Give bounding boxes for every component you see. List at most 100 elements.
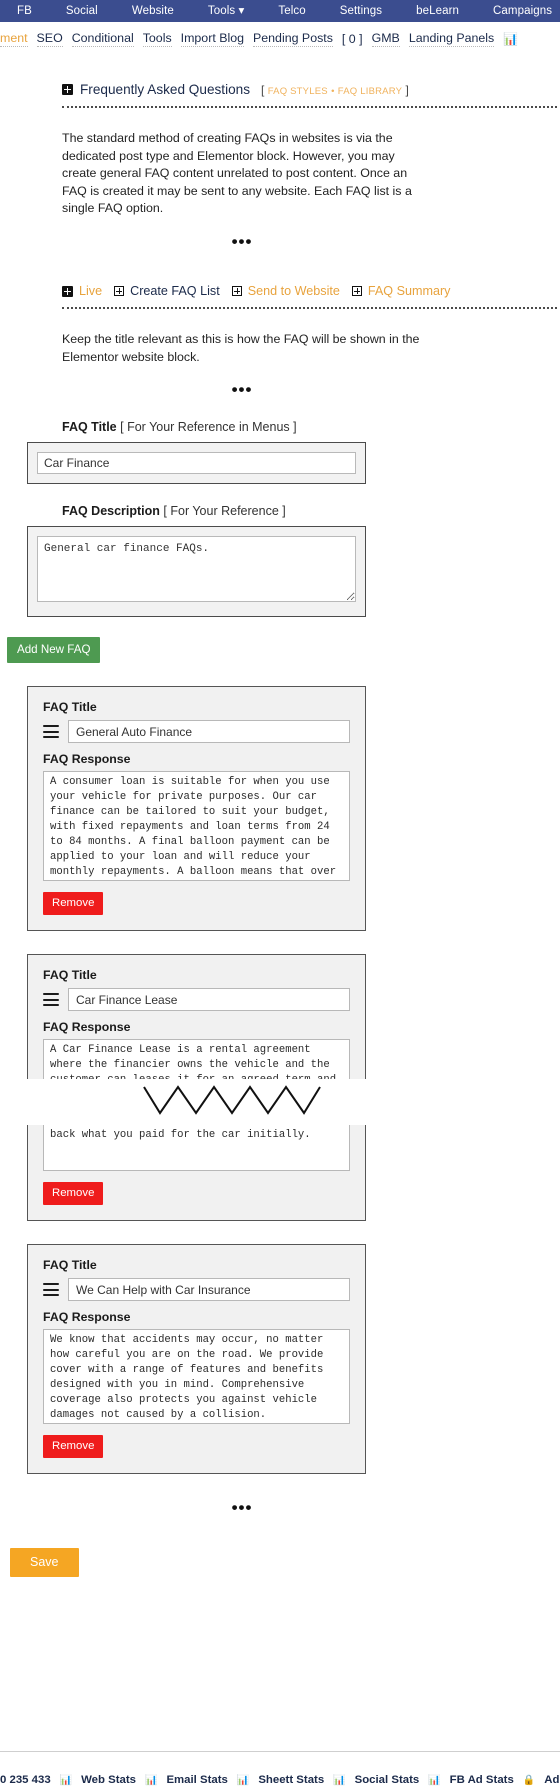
faq-card: FAQ Title FAQ Response Remove (27, 1244, 366, 1475)
footer-item-fb-ad-stats[interactable]: FB Ad Stats (450, 1774, 514, 1786)
zigzag-icon (143, 1085, 321, 1116)
section-links: [ FAQ STYLES • FAQ LIBRARY ] (261, 83, 409, 97)
remove-faq-button[interactable]: Remove (43, 1435, 104, 1459)
admin-bar-item-tools[interactable]: Tools ▾ (191, 0, 262, 22)
admin-bar-item-campaigns[interactable]: Campaigns (476, 0, 560, 22)
faq-item-title-input[interactable] (68, 988, 350, 1012)
bar-chart-icon: 📊 (145, 1774, 158, 1786)
subnav-item-landing-panels[interactable]: Landing Panels (408, 31, 495, 47)
save-button[interactable]: Save (10, 1548, 79, 1578)
admin-bar: FB Social Website Tools ▾ Telco Settings… (0, 0, 560, 22)
card-title-row (43, 988, 350, 1012)
faq-item-title-input[interactable] (68, 1278, 350, 1302)
faq-item-response-textarea[interactable] (43, 1125, 350, 1172)
tab-bar: Live Create FAQ List Send to Website FAQ… (62, 284, 450, 298)
footer-count: 0 235 433 (0, 1774, 51, 1786)
page-body: Frequently Asked Questions [ FAQ STYLES … (0, 82, 560, 1578)
faq-title-input[interactable] (37, 452, 356, 475)
intro-paragraph: The standard method of creating FAQs in … (62, 131, 412, 216)
remove-faq-button[interactable]: Remove (43, 1182, 104, 1206)
subnav-item-seo[interactable]: SEO (36, 31, 63, 47)
page-title: Frequently Asked Questions (80, 82, 251, 97)
card-title-label: FAQ Title (43, 968, 97, 983)
tab-help-paragraph: Keep the title relevant as this is how t… (62, 332, 420, 364)
drag-handle-icon[interactable] (43, 993, 59, 1007)
bracket-close: ] (405, 82, 409, 97)
tab-live-icon[interactable] (62, 285, 73, 297)
link-faq-styles[interactable]: FAQ STYLES (268, 86, 328, 97)
subnav-item-import-blog[interactable]: Import Blog (180, 31, 245, 47)
plus-square-icon[interactable] (62, 84, 73, 95)
faq-description-label-text: FAQ Description (62, 504, 160, 519)
admin-bar-item-belearn[interactable]: beLearn (399, 0, 476, 22)
bracket-open: [ (261, 82, 265, 97)
divider-top (62, 106, 557, 108)
card-response-label: FAQ Response (43, 752, 131, 767)
admin-bar-item-social[interactable]: Social (49, 0, 115, 22)
footer-item-social-stats[interactable]: Social Stats (355, 1774, 420, 1786)
footer-item-admin[interactable]: Admin (544, 1774, 560, 1786)
faq-card-partial: Remove (27, 1125, 366, 1222)
tab-send-to-website[interactable]: Send to Website (248, 284, 340, 298)
admin-bar-item-website[interactable]: Website (115, 0, 191, 22)
footer-item-sheett-stats[interactable]: Sheett Stats (258, 1774, 324, 1786)
faq-title-frame (27, 442, 366, 485)
faq-card: FAQ Title FAQ Response (27, 954, 366, 1080)
add-new-faq-button[interactable]: Add New FAQ (7, 637, 101, 664)
footer-divider (0, 1751, 560, 1752)
subnav-item-pending-posts[interactable]: Pending Posts (253, 31, 333, 47)
tab-faq-summary[interactable]: FAQ Summary (368, 284, 451, 298)
card-response-label: FAQ Response (43, 1020, 131, 1035)
link-faq-library[interactable]: FAQ LIBRARY (338, 86, 402, 97)
tab-faq-summary-icon[interactable] (351, 286, 362, 297)
card-title-label: FAQ Title (43, 700, 97, 715)
secondary-nav: ment SEO Conditional Tools Import Blog P… (0, 22, 560, 52)
card-title-row (43, 1278, 350, 1302)
subnav-pending-count: [ 0 ] (341, 32, 363, 46)
faq-title-hint: [ For Your Reference in Menus ] (120, 420, 297, 435)
tab-create-faq-list-icon[interactable] (114, 286, 125, 297)
faq-description-frame (27, 526, 366, 618)
tab-live[interactable]: Live (79, 284, 102, 298)
bar-chart-icon: 📊 (236, 1774, 250, 1786)
faq-item-response-textarea[interactable] (43, 1329, 350, 1425)
faq-title-label-text: FAQ Title (62, 420, 117, 435)
admin-bar-item-settings[interactable]: Settings (323, 0, 399, 22)
section-header: Frequently Asked Questions [ FAQ STYLES … (62, 82, 422, 97)
drag-handle-icon[interactable] (43, 1283, 59, 1297)
admin-bar-item-telco[interactable]: Telco (261, 0, 322, 22)
subnav-item-conditional[interactable]: Conditional (71, 31, 134, 47)
admin-bar-item-fb[interactable]: FB (0, 0, 49, 22)
card-title-row (43, 720, 350, 744)
faq-item-response-textarea[interactable] (43, 771, 350, 882)
link-separator: • (331, 85, 335, 97)
subnav-item-ment[interactable]: ment (0, 31, 28, 47)
footer-item-web-stats[interactable]: Web Stats (81, 1774, 136, 1786)
faq-description-textarea[interactable] (37, 536, 356, 603)
faq-description-hint: [ For Your Reference ] (163, 504, 286, 519)
card-title-label: FAQ Title (43, 1258, 97, 1273)
bar-chart-icon: 📊 (333, 1774, 346, 1786)
bottom-ellipsis: ••• (231, 1498, 253, 1518)
subnav-item-gmb[interactable]: GMB (371, 31, 400, 47)
footer-item-email-stats[interactable]: Email Stats (166, 1774, 227, 1786)
remove-faq-button[interactable]: Remove (43, 892, 104, 916)
section-ellipsis: ••• (231, 232, 253, 252)
faq-description-label: FAQ Description [ For Your Reference ] (62, 504, 422, 518)
truncation-zigzag (62, 1079, 422, 1125)
faq-item-title-input[interactable] (68, 720, 350, 744)
tab-ellipsis: ••• (231, 380, 253, 400)
bar-chart-icon: 📊 (428, 1774, 441, 1786)
subnav-item-tools[interactable]: Tools (142, 31, 172, 47)
lock-icon: 🔒 (522, 1774, 536, 1786)
tab-send-to-website-icon[interactable] (231, 286, 242, 297)
bar-chart-icon: 📊 (59, 1774, 73, 1786)
divider-tabs (62, 307, 557, 310)
tab-create-faq-list[interactable]: Create FAQ List (130, 284, 220, 298)
drag-handle-icon[interactable] (43, 725, 59, 739)
faq-card: FAQ Title FAQ Response Remove (27, 686, 366, 932)
bar-chart-icon[interactable]: 📊 (503, 32, 518, 46)
faq-item-response-textarea[interactable] (43, 1039, 350, 1080)
faq-title-label: FAQ Title [ For Your Reference in Menus … (62, 420, 422, 434)
footer-bar: 0 235 433 📊 Web Stats 📊 Email Stats 📊 Sh… (0, 1774, 560, 1786)
